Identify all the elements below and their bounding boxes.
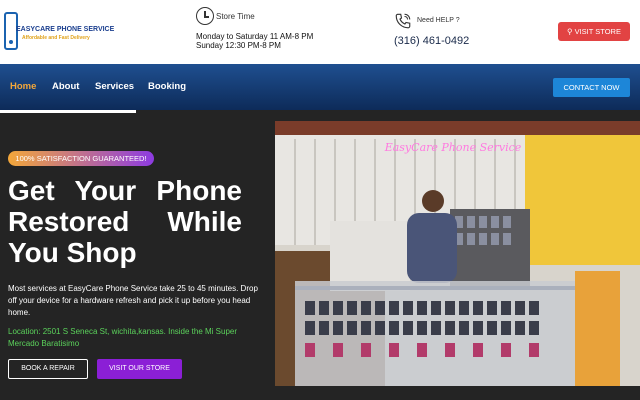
phone-number-link[interactable]: (316) 461-0492 xyxy=(394,35,469,47)
help-label: Need HELP ? xyxy=(417,17,460,24)
nav-item-booking[interactable]: Booking xyxy=(148,81,186,92)
top-header: EASYCARE PHONE SERVICE Affordable and Fa… xyxy=(0,0,640,64)
logo-tagline: Affordable and Fast Delivery xyxy=(22,35,90,41)
clock-icon xyxy=(196,7,214,25)
hours-sunday: Sunday 12:30 PM-8 PM xyxy=(196,41,281,50)
store-time-label: Store Time xyxy=(216,12,255,21)
hero-title-line: Restored While xyxy=(8,206,242,237)
nav-item-home[interactable]: Home xyxy=(10,81,36,92)
visit-store-button[interactable]: ⚲ VISIT STORE xyxy=(558,22,630,41)
hero-title: Get Your Phone Restored While You Shop xyxy=(8,175,242,268)
store-photo: EasyCare Phone Service xyxy=(275,121,640,386)
contact-now-button[interactable]: CONTACT NOW xyxy=(553,78,630,97)
logo-name: EASYCARE PHONE SERVICE xyxy=(16,26,115,33)
nav-item-about[interactable]: About xyxy=(52,81,79,92)
hours-weekday: Monday to Saturday 11 AM-8 PM xyxy=(196,32,314,41)
site-logo[interactable]: EASYCARE PHONE SERVICE Affordable and Fa… xyxy=(4,12,124,52)
visit-our-store-button[interactable]: VISIT OUR STORE xyxy=(97,359,182,379)
main-navigation: Home About Services Booking xyxy=(0,64,640,110)
phone-icon xyxy=(395,13,411,29)
hero-title-line: Get Your Phone xyxy=(8,175,242,206)
store-hours: Monday to Saturday 11 AM-8 PM Sunday 12:… xyxy=(196,32,313,50)
book-repair-button[interactable]: BOOK A REPAIR xyxy=(8,359,88,379)
hero-title-line: You Shop xyxy=(8,237,137,268)
divider xyxy=(0,110,136,113)
store-location: Location: 2501 S Seneca St, wichita,kans… xyxy=(8,327,238,348)
neon-sign: EasyCare Phone Service xyxy=(384,141,522,154)
satisfaction-badge: 100% SATISFACTION GUARANTEED! xyxy=(8,151,154,166)
store-photo-illustration: EasyCare Phone Service xyxy=(275,121,640,386)
hero-description: Most services at EasyCare Phone Service … xyxy=(8,284,258,317)
nav-item-services[interactable]: Services xyxy=(95,81,134,92)
